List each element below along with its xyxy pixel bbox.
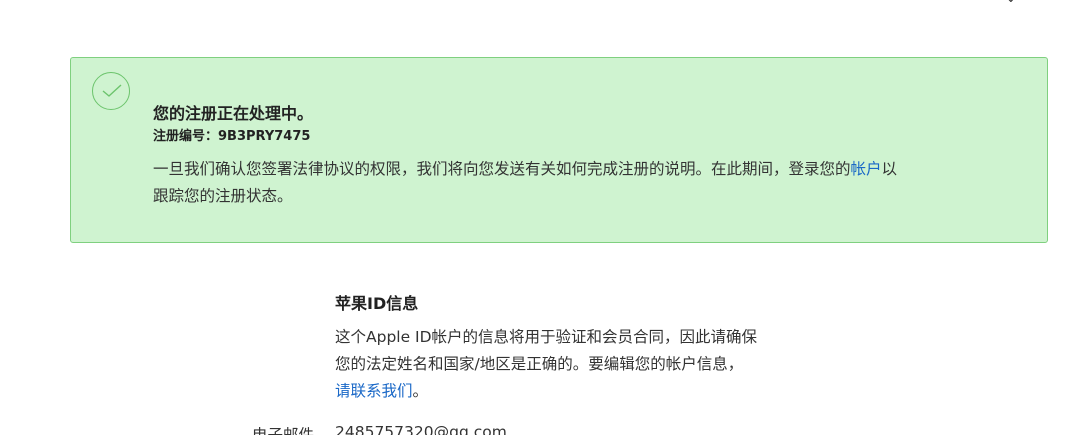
email-label: 电子邮件 xyxy=(252,426,315,435)
apple-id-desc-line1: 这个Apple ID帐户的信息将用于验证和会员合同，因此请确保 xyxy=(335,328,758,346)
registration-status-notice: 您的注册正在处理中。 注册编号：9B3PRY7475 一旦我们确认您签署法律协议… xyxy=(70,57,1048,243)
registration-number-label: 注册编号： xyxy=(153,129,219,144)
notice-title: 您的注册正在处理中。 xyxy=(153,104,314,123)
check-circle-icon xyxy=(92,72,130,110)
contact-us-link[interactable]: 请联系我们 xyxy=(335,382,413,400)
apple-id-section-description: 这个Apple ID帐户的信息将用于验证和会员合同，因此请确保 您的法定姓名和国… xyxy=(335,324,805,405)
account-link[interactable]: 帐户 xyxy=(851,160,882,178)
page: ⌄ 您的注册正在处理中。 注册编号：9B3PRY7475 一旦我们确认您签署法律… xyxy=(0,0,1087,435)
notice-body: 一旦我们确认您签署法律协议的权限，我们将向您发送有关如何完成注册的说明。在此期间… xyxy=(153,156,973,210)
chevron-down-icon[interactable]: ⌄ xyxy=(1005,0,1017,6)
notice-body-text-suffix: 以 xyxy=(881,160,898,178)
apple-id-desc-line2: 您的法定姓名和国家/地区是正确的。要编辑您的帐户信息， xyxy=(335,355,744,373)
email-value: 2485757320@qq.com xyxy=(335,423,507,435)
notice-body-text-line2: 跟踪您的注册状态。 xyxy=(153,187,293,205)
apple-id-section-title: 苹果ID信息 xyxy=(335,294,419,313)
notice-body-text: 一旦我们确认您签署法律协议的权限，我们将向您发送有关如何完成注册的说明。在此期间… xyxy=(153,160,851,178)
apple-id-desc-end: 。 xyxy=(412,382,429,400)
registration-number-value: 9B3PRY7475 xyxy=(218,129,311,144)
registration-number: 注册编号：9B3PRY7475 xyxy=(153,125,310,144)
